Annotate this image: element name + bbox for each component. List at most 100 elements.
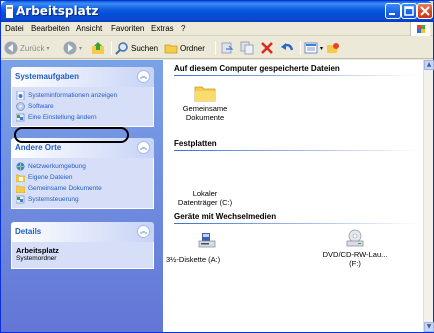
views-dropdown-icon[interactable]: ▾: [320, 45, 323, 52]
task-change-setting[interactable]: Eine Einstellung ändern: [16, 112, 149, 123]
place-control-panel[interactable]: Systemsteuerung: [16, 194, 149, 205]
minimize-button[interactable]: [385, 3, 401, 19]
details-panel: Details ︽ Arbeitsplatz Systemordner: [11, 222, 154, 269]
minimize-icon: [389, 13, 395, 15]
dvd-drive-item[interactable]: DVD/CD-RW-Lau... (F:): [315, 228, 395, 268]
search-button[interactable]: Suchen: [115, 40, 158, 56]
place-shared-documents[interactable]: Gemeinsame Dokumente: [16, 183, 149, 194]
task-pane: Systemaufgaben ︽ Systeminformationen anz…: [1, 60, 163, 332]
place-my-documents-label: Eigene Dateien: [28, 174, 73, 181]
dvd-line1: DVD/CD-RW-Lau...: [322, 250, 388, 259]
title-bar[interactable]: Arbeitsplatz: [1, 1, 433, 22]
group-files-divider: [174, 75, 420, 76]
chevron-up-icon[interactable]: ︽: [137, 225, 150, 238]
menu-help[interactable]: ?: [181, 24, 185, 33]
menu-ansicht[interactable]: Ansicht: [76, 24, 102, 33]
place-my-documents[interactable]: Eigene Dateien: [16, 172, 149, 183]
menu-datei[interactable]: Datei: [5, 24, 24, 33]
system-tasks-panel: Systemaufgaben ︽ Systeminformationen anz…: [11, 67, 154, 127]
up-folder-button[interactable]: [91, 40, 105, 56]
search-icon: [115, 42, 128, 55]
window-title: Arbeitsplatz: [16, 4, 99, 18]
other-places-panel: Andere Orte ︽ Netzwerkumgebung Eigene Da…: [11, 138, 154, 209]
undo-icon: [281, 43, 294, 51]
menu-favoriten[interactable]: Favoriten: [111, 24, 144, 33]
place-network[interactable]: Netzwerkumgebung: [16, 161, 149, 172]
menu-bearbeiten[interactable]: Bearbeiten: [31, 24, 70, 33]
task-change-setting-label: Eine Einstellung ändern: [28, 114, 97, 121]
place-shared-documents-label: Gemeinsame Dokumente: [28, 185, 102, 192]
views-button[interactable]: ▾: [304, 40, 323, 56]
delete-icon: [261, 42, 273, 54]
maximize-icon: [404, 6, 414, 16]
group-disks-divider: [174, 150, 420, 151]
forward-dropdown-icon[interactable]: ▾: [79, 45, 82, 52]
shared-docs-line1: Gemeinsame: [182, 104, 228, 113]
details-title: Details: [15, 227, 42, 236]
local-disk-item[interactable]: Lokaler Datenträger (C:): [169, 164, 241, 207]
copy-to-button[interactable]: [240, 40, 254, 56]
local-disk-line2: Datenträger (C:): [177, 198, 233, 207]
control-panel-icon: [16, 113, 25, 122]
details-header[interactable]: Details ︽: [11, 222, 154, 242]
copy-to-icon: [240, 41, 254, 55]
floppy-item-icon-wrap[interactable]: [197, 231, 217, 251]
group-files-title: Auf diesem Computer gespeicherte Dateien: [174, 64, 340, 73]
control-panel-icon: [16, 195, 25, 204]
place-control-panel-label: Systemsteuerung: [28, 196, 79, 203]
details-subtitle: Systemordner: [16, 255, 57, 262]
floppy-item-label[interactable]: 3½-Diskette (A:): [166, 255, 220, 264]
folders-label: Ordner: [180, 43, 205, 53]
system-tasks-header[interactable]: Systemaufgaben ︽: [11, 67, 154, 87]
floppy-drive-icon: [198, 233, 216, 248]
explorer-window: Arbeitsplatz Datei Bearbeiten Ansicht Fa…: [0, 0, 434, 333]
group-removable-title: Geräte mit Wechselmedien: [174, 212, 277, 221]
close-icon: [420, 6, 430, 16]
my-documents-icon: [16, 174, 25, 182]
task-software-label: Software: [28, 103, 54, 110]
system-info-icon: [16, 91, 25, 100]
dvd-drive-icon: [346, 229, 364, 247]
place-network-label: Netzwerkumgebung: [28, 163, 86, 170]
folders-button[interactable]: Ordner: [164, 40, 205, 56]
chevron-up-icon[interactable]: ︽: [137, 70, 150, 83]
chevron-up-icon[interactable]: ︽: [137, 141, 150, 154]
other-places-title: Andere Orte: [15, 143, 62, 152]
group-removable-divider: [174, 223, 420, 224]
shared-docs-line2: Dokumente: [185, 113, 225, 122]
details-name: Arbeitsplatz: [16, 246, 59, 255]
task-software[interactable]: Software: [16, 101, 149, 112]
windows-logo-icon: [410, 22, 430, 36]
folder-options-icon: [327, 43, 339, 53]
group-disks-title: Festplatten: [174, 139, 217, 148]
back-dropdown-icon[interactable]: ▾: [46, 45, 49, 52]
folder-options-button[interactable]: [326, 40, 340, 56]
close-button[interactable]: [417, 3, 433, 19]
system-tasks-title: Systemaufgaben: [15, 72, 80, 81]
search-label: Suchen: [131, 43, 159, 53]
shared-documents-item[interactable]: Gemeinsame Dokumente: [180, 84, 230, 122]
shared-folder-icon: [194, 86, 216, 102]
dvd-line2: (F:): [349, 259, 361, 268]
move-to-button[interactable]: [220, 40, 234, 56]
vertical-scrollbar[interactable]: ▲ ▼: [423, 60, 434, 332]
computer-icon: [6, 5, 13, 18]
shared-folder-icon: [16, 185, 25, 193]
local-disk-line1: Lokaler: [192, 189, 218, 198]
task-system-info-label: Systeminformationen anzeigen: [28, 92, 118, 99]
maximize-button[interactable]: [401, 3, 417, 19]
highlight-circle: [14, 127, 129, 143]
scroll-down-button[interactable]: ▼: [424, 322, 434, 332]
back-button[interactable]: Zurück ▾: [4, 40, 49, 56]
undo-button[interactable]: [280, 40, 294, 56]
forward-button[interactable]: ▾: [63, 40, 82, 56]
delete-button[interactable]: [260, 40, 274, 56]
software-icon: [16, 102, 25, 111]
menu-extras[interactable]: Extras: [151, 24, 174, 33]
task-system-info[interactable]: Systeminformationen anzeigen: [16, 90, 149, 101]
up-folder-icon: [92, 42, 104, 54]
scroll-up-button[interactable]: ▲: [424, 60, 434, 70]
toolbar: Zurück ▾ ▾ Suchen Ordner ▾: [1, 37, 433, 59]
forward-arrow-icon: [63, 41, 77, 55]
back-arrow-icon: [4, 41, 18, 55]
